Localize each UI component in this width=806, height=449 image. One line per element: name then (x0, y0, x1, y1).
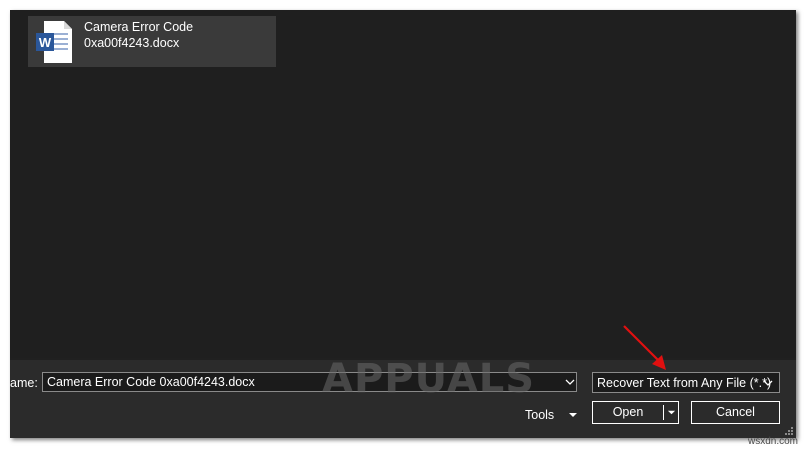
site-watermark: wsxdn.com (747, 436, 798, 447)
file-item-name-line1: Camera Error Code (84, 20, 194, 34)
caret-down-icon (569, 413, 577, 417)
open-dropdown-arrow-icon[interactable] (667, 408, 676, 417)
tools-menu-button[interactable]: Tools (525, 406, 585, 426)
file-name-label: ame: (10, 376, 38, 390)
open-file-dialog: W Camera Error Code 0xa00f4243.docx ame:… (10, 10, 796, 438)
resize-grip-icon[interactable] (784, 426, 794, 436)
file-type-selected-value: Recover Text from Any File (*.*) (597, 376, 772, 390)
file-item-name-line2: 0xa00f4243.docx (84, 36, 180, 50)
chevron-down-icon (763, 380, 773, 386)
dialog-bottom-bar: ame: Recover Text from Any File (*.*) To… (10, 360, 796, 438)
open-button-label: Open (612, 405, 644, 419)
word-document-icon: W (36, 21, 72, 63)
cancel-button[interactable]: Cancel (691, 401, 780, 424)
file-list-area[interactable]: W Camera Error Code 0xa00f4243.docx (10, 10, 796, 358)
open-button[interactable]: Open (592, 401, 679, 424)
svg-text:W: W (39, 35, 52, 50)
tools-label: Tools (525, 408, 555, 422)
file-item-name: Camera Error Code 0xa00f4243.docx (84, 19, 193, 51)
chevron-down-icon[interactable] (564, 376, 576, 388)
split-divider (663, 405, 664, 420)
file-name-input[interactable] (42, 372, 577, 392)
file-item[interactable]: W Camera Error Code 0xa00f4243.docx (28, 16, 276, 67)
file-type-select[interactable]: Recover Text from Any File (*.*) (592, 372, 780, 393)
